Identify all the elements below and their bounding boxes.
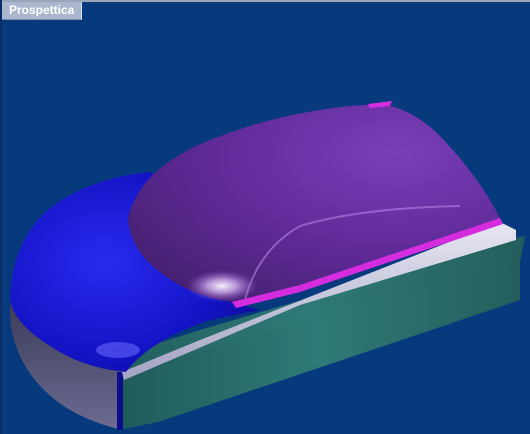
perspective-viewport[interactable]: Prospettica (0, 0, 530, 434)
3d-model-render[interactable] (0, 0, 530, 434)
viewport-title-tab[interactable]: Prospettica (2, 2, 83, 20)
